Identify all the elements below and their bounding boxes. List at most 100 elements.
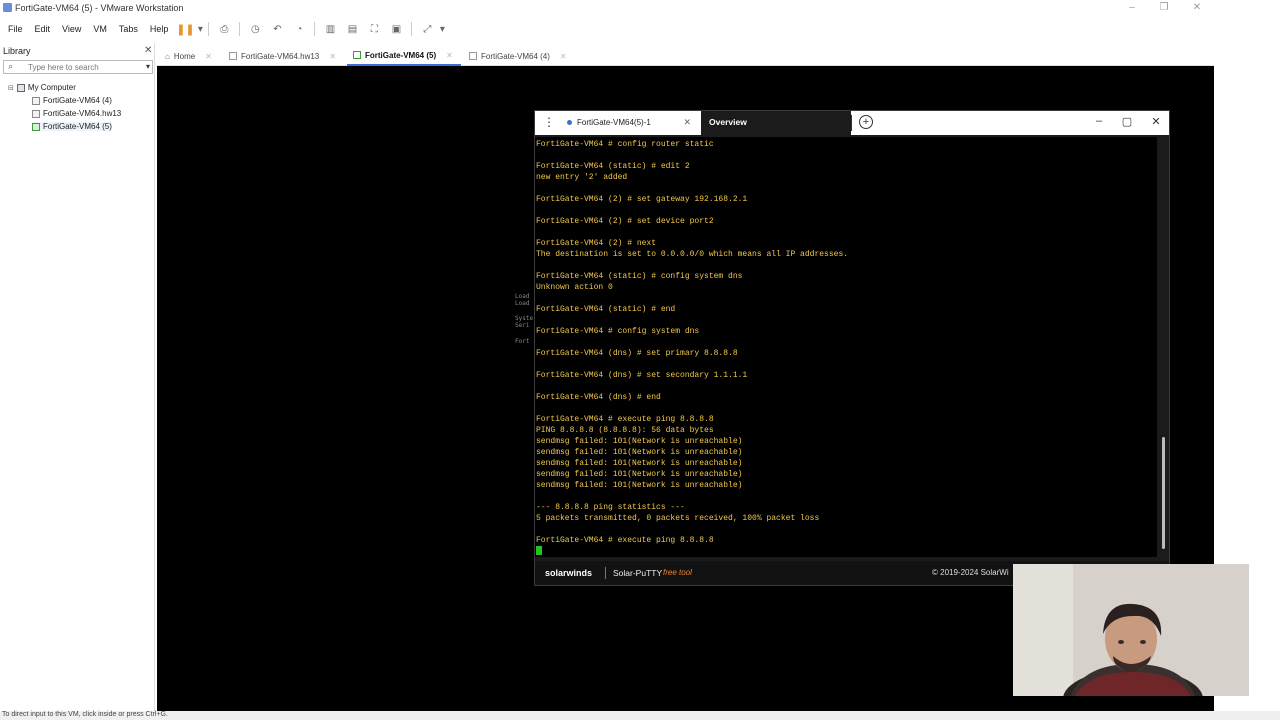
close-icon[interactable]: ✕ [1149, 115, 1163, 128]
terminal-line: FortiGate-VM64 # config system dns [536, 327, 700, 336]
full-screen-icon[interactable]: ⛶ [366, 21, 382, 37]
snapshot-manager-icon[interactable]: ◔ [291, 21, 307, 37]
window-title: FortiGate-VM64 (5) - VMware Workstation [15, 3, 184, 13]
minimize-window-icon[interactable]: – [1124, 2, 1140, 13]
terminal-prompt-line[interactable] [536, 546, 1157, 557]
product-name: Solar-PuTTY [613, 568, 663, 578]
menu-file[interactable]: File [2, 24, 29, 34]
tree-item-vm-selected[interactable]: FortiGate-VM64 (5) [32, 122, 112, 131]
terminal-line: --- 8.8.8.8 ping statistics --- [536, 503, 685, 512]
vmware-app-icon [3, 3, 12, 12]
menu-view[interactable]: View [56, 24, 87, 34]
menu-vm[interactable]: VM [87, 24, 113, 34]
thumbnail-bar-icon[interactable]: ▤ [344, 21, 360, 37]
pause-icon[interactable]: ❚❚ [176, 21, 194, 37]
toolbar-separator [239, 22, 241, 36]
revert-snapshot-icon[interactable]: ↶ [269, 21, 285, 37]
minimize-icon[interactable]: – [1092, 115, 1106, 127]
new-session-icon[interactable]: + [859, 115, 873, 129]
menu-tabs[interactable]: Tabs [113, 24, 144, 34]
pause-dropdown-icon[interactable]: ▾ [196, 21, 204, 37]
tab-home[interactable]: ⌂ Home ✕ [159, 46, 221, 66]
tree-item-my-computer[interactable]: ⊟ My Computer [8, 83, 76, 92]
collapse-icon[interactable]: ⊟ [8, 84, 14, 92]
tab-vm[interactable]: FortiGate-VM64.hw13 ✕ [223, 46, 345, 66]
terminal-line: sendmsg failed: 101(Network is unreachab… [536, 437, 743, 446]
close-tab-icon[interactable]: ✕ [205, 52, 212, 61]
copyright-text: © 2019-2024 SolarWi [932, 568, 1009, 577]
snapshot-icon[interactable]: ◷ [247, 21, 263, 37]
terminal-line: PING 8.8.8.8 (8.8.8.8): 56 data bytes [536, 426, 714, 435]
tab-vm[interactable]: FortiGate-VM64 (4) ✕ [463, 46, 575, 66]
webcam-overlay [1013, 564, 1249, 696]
vm-running-icon [353, 51, 361, 59]
computer-icon [16, 83, 25, 92]
terminal-line: FortiGate-VM64 (2) # set gateway 192.168… [536, 195, 748, 204]
terminal-output[interactable]: FortiGate-VM64 # config router static For… [535, 137, 1157, 557]
tree-item-vm[interactable]: FortiGate-VM64.hw13 [32, 109, 121, 118]
session-tab[interactable]: FortiGate-VM64(5)-1 ✕ [557, 111, 699, 135]
terminal-line: FortiGate-VM64 # execute ping 8.8.8.8 [536, 415, 714, 424]
terminal-line: FortiGate-VM64 (static) # edit 2 [536, 162, 690, 171]
toolbar-separator [411, 22, 413, 36]
maximize-icon[interactable]: ▢ [1120, 115, 1134, 128]
close-library-icon[interactable]: ✕ [144, 45, 152, 56]
boot-text: Seri [515, 322, 530, 329]
menu-help[interactable]: Help [144, 24, 175, 34]
vm-icon [469, 52, 477, 60]
terminal-scrollbar[interactable] [1159, 137, 1169, 557]
terminal-line: FortiGate-VM64 # execute ping 8.8.8.8 [536, 536, 714, 545]
library-search-input[interactable]: Type here to search [28, 63, 99, 72]
menu-edit[interactable]: Edit [29, 24, 57, 34]
terminal-line: Unknown action 0 [536, 283, 613, 292]
scrollbar-thumb[interactable] [1162, 437, 1165, 549]
tab-separator [851, 115, 852, 131]
search-icon: ⌕ [8, 61, 14, 71]
webcam-person-image [1013, 564, 1249, 696]
tab-vm-active[interactable]: FortiGate-VM64 (5) ✕ [347, 46, 461, 66]
close-window-icon[interactable]: ✕ [1189, 2, 1205, 13]
library-search[interactable]: ⌕ Type here to search ▾ [3, 60, 153, 74]
putty-titlebar: ⋮ FortiGate-VM64(5)-1 ✕ Overview + – ▢ ✕ [535, 111, 1169, 135]
stretch-dropdown-icon[interactable]: ▾ [438, 21, 446, 37]
console-view-icon[interactable]: ▣ [388, 21, 404, 37]
search-dropdown-icon[interactable]: ▾ [146, 62, 150, 71]
status-bar: To direct input to this VM, click inside… [0, 711, 1280, 720]
stretch-guest-icon[interactable]: ⤢ [419, 21, 435, 37]
close-session-icon[interactable]: ✕ [683, 117, 691, 128]
home-icon: ⌂ [165, 51, 170, 61]
terminal-line: 5 packets transmitted, 0 packets receive… [536, 514, 820, 523]
session-status-dot [567, 119, 572, 125]
boot-text: Load [515, 293, 530, 300]
toolbar-separator [208, 22, 210, 36]
terminal-line: sendmsg failed: 101(Network is unreachab… [536, 481, 743, 490]
send-ctrl-alt-del-icon[interactable]: ⎙ [216, 21, 232, 37]
kebab-menu-icon[interactable]: ⋮ [543, 115, 555, 129]
vm-icon [32, 109, 40, 118]
close-tab-icon[interactable]: ✕ [446, 51, 453, 60]
window-titlebar: FortiGate-VM64 (5) - VMware Workstation … [0, 0, 1214, 16]
status-text: To direct input to this VM, click inside… [2, 711, 168, 718]
boot-text: Syste [515, 315, 534, 322]
close-tab-icon[interactable]: ✕ [329, 52, 336, 61]
overview-tab[interactable]: Overview [701, 111, 851, 135]
tree-item-vm[interactable]: FortiGate-VM64 (4) [32, 96, 112, 105]
terminal-line: FortiGate-VM64 (dns) # end [536, 393, 661, 402]
terminal-line: FortiGate-VM64 (dns) # set secondary 1.1… [536, 371, 748, 380]
close-tab-icon[interactable]: ✕ [560, 52, 567, 61]
vm-tab-bar: ⌂ Home ✕ FortiGate-VM64.hw13 ✕ FortiGate… [157, 46, 1214, 66]
maximize-window-icon[interactable]: ❐ [1156, 2, 1172, 13]
show-library-icon[interactable]: ▥ [322, 21, 338, 37]
toolbar-separator [314, 22, 316, 36]
